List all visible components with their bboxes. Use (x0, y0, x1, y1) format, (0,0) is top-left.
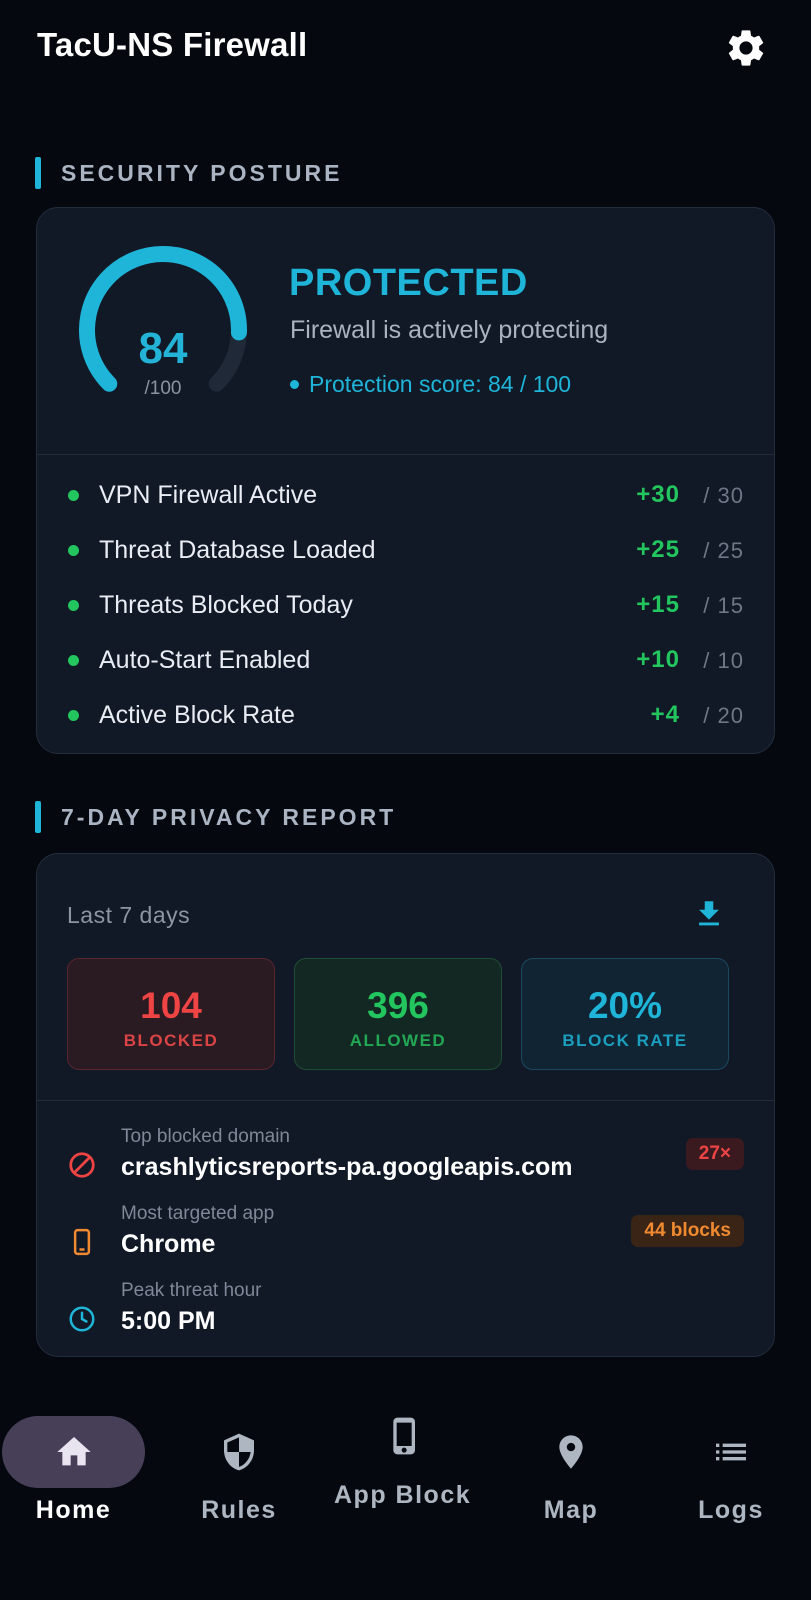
nav-label: Logs (698, 1496, 764, 1524)
status-dot (68, 545, 79, 556)
factor-label: Threats Blocked Today (99, 591, 353, 619)
clock-icon (67, 1304, 97, 1334)
card-divider (37, 454, 774, 455)
factor-max: / 10 (703, 648, 744, 673)
status-dot (68, 490, 79, 501)
factor-row: Threat Database Loaded +25 / 25 (37, 530, 774, 570)
nav-item-rules[interactable]: Rules (168, 1416, 310, 1566)
score-max: /100 (144, 378, 182, 399)
top-blocked-domain-row: Top blocked domain crashlyticsreports-pa… (37, 1126, 774, 1194)
insight-label: Peak threat hour (121, 1280, 262, 1301)
factor-label: Active Block Rate (99, 701, 295, 729)
protection-score-text: Protection score: 84 / 100 (309, 371, 572, 397)
block-rate-value: 20% (587, 985, 663, 1026)
factor-row: Active Block Rate +4 / 20 (37, 695, 774, 735)
peak-threat-hour: 5:00 PM (121, 1307, 216, 1335)
factor-max: / 25 (703, 538, 744, 563)
shield-icon (219, 1432, 259, 1472)
range-label: Last 7 days (67, 902, 191, 928)
nav-label: Map (543, 1496, 599, 1524)
factor-label: Threat Database Loaded (99, 536, 376, 564)
nav-item-map[interactable]: Map (500, 1416, 642, 1566)
factor-row: Threats Blocked Today +15 / 15 (37, 585, 774, 625)
score-value: 84 (138, 324, 188, 373)
bottom-navigation: Home Rules App Block Map Logs (0, 1416, 811, 1600)
allowed-stat: 396 ALLOWED (294, 958, 502, 1070)
app-title: TacU-NS Firewall (37, 26, 308, 63)
block-rate-stat: 20% BLOCK RATE (521, 958, 729, 1070)
status-dot (68, 655, 79, 666)
gear-icon (728, 30, 764, 66)
factor-row: Auto-Start Enabled +10 / 10 (37, 640, 774, 680)
block-count-badge: 27× (685, 1138, 744, 1170)
privacy-report-header: 7-DAY PRIVACY REPORT (35, 800, 396, 834)
protection-score-line: Protection score: 84 / 100 (290, 371, 571, 398)
factor-points: +4 (650, 701, 680, 728)
nav-label: Rules (201, 1496, 277, 1524)
factor-max: / 20 (703, 703, 744, 728)
insight-label: Top blocked domain (121, 1126, 290, 1147)
factor-max: / 30 (703, 483, 744, 508)
list-icon (711, 1432, 751, 1472)
allowed-label: ALLOWED (349, 1031, 447, 1050)
section-title: SECURITY POSTURE (61, 159, 343, 186)
phone-icon (67, 1227, 97, 1257)
top-blocked-domain: crashlyticsreports-pa.googleapis.com (121, 1153, 573, 1181)
status-message: Firewall is actively protecting (290, 316, 609, 344)
most-targeted-app-row: Most targeted app Chrome 44 blocks (37, 1203, 774, 1271)
blocked-count: 104 (140, 985, 202, 1026)
section-title: 7-DAY PRIVACY REPORT (61, 803, 397, 830)
home-icon (54, 1432, 94, 1472)
allowed-count: 396 (367, 985, 429, 1026)
privacy-report-card: Last 7 days 104 BLOCKED 396 ALLOWED 20% … (36, 853, 775, 1357)
insight-label: Most targeted app (121, 1203, 275, 1224)
download-icon (699, 901, 719, 926)
card-divider (37, 1100, 774, 1101)
peak-threat-hour-row: Peak threat hour 5:00 PM (37, 1280, 774, 1348)
most-targeted-app: Chrome (121, 1230, 216, 1258)
factor-label: Auto-Start Enabled (99, 646, 311, 674)
factor-row: VPN Firewall Active +30 / 30 (37, 475, 774, 515)
map-pin-icon (551, 1432, 591, 1472)
smartphone-icon (385, 1416, 425, 1456)
nav-item-home[interactable]: Home (0, 1416, 147, 1566)
block-rate-label: BLOCK RATE (562, 1031, 688, 1050)
nav-item-logs[interactable]: Logs (660, 1416, 802, 1566)
factor-points: +10 (636, 646, 680, 673)
app-bar: TacU-NS Firewall (0, 0, 811, 92)
factor-points: +15 (636, 591, 680, 618)
section-accent-bar (35, 801, 41, 833)
score-gauge: 84 /100 (63, 238, 263, 413)
factor-max: / 15 (703, 593, 744, 618)
security-posture-header: SECURITY POSTURE (35, 156, 342, 190)
block-icon (67, 1150, 97, 1180)
settings-button[interactable] (722, 24, 770, 72)
block-count-badge: 44 blocks (631, 1215, 744, 1247)
section-accent-bar (35, 157, 41, 189)
status-dot (290, 380, 299, 389)
factor-points: +25 (636, 536, 680, 563)
protection-status: PROTECTED (289, 262, 528, 304)
factor-points: +30 (636, 481, 680, 508)
nav-label: App Block (334, 1481, 472, 1509)
status-dot (68, 710, 79, 721)
blocked-label: BLOCKED (123, 1031, 219, 1050)
nav-item-app-block[interactable]: App Block (330, 1416, 480, 1566)
nav-label: Home (35, 1496, 112, 1524)
download-report-button[interactable] (689, 894, 729, 934)
status-dot (68, 600, 79, 611)
factor-label: VPN Firewall Active (99, 481, 318, 509)
security-posture-card: 84 /100 PROTECTED Firewall is actively p… (36, 207, 775, 754)
blocked-stat: 104 BLOCKED (67, 958, 275, 1070)
